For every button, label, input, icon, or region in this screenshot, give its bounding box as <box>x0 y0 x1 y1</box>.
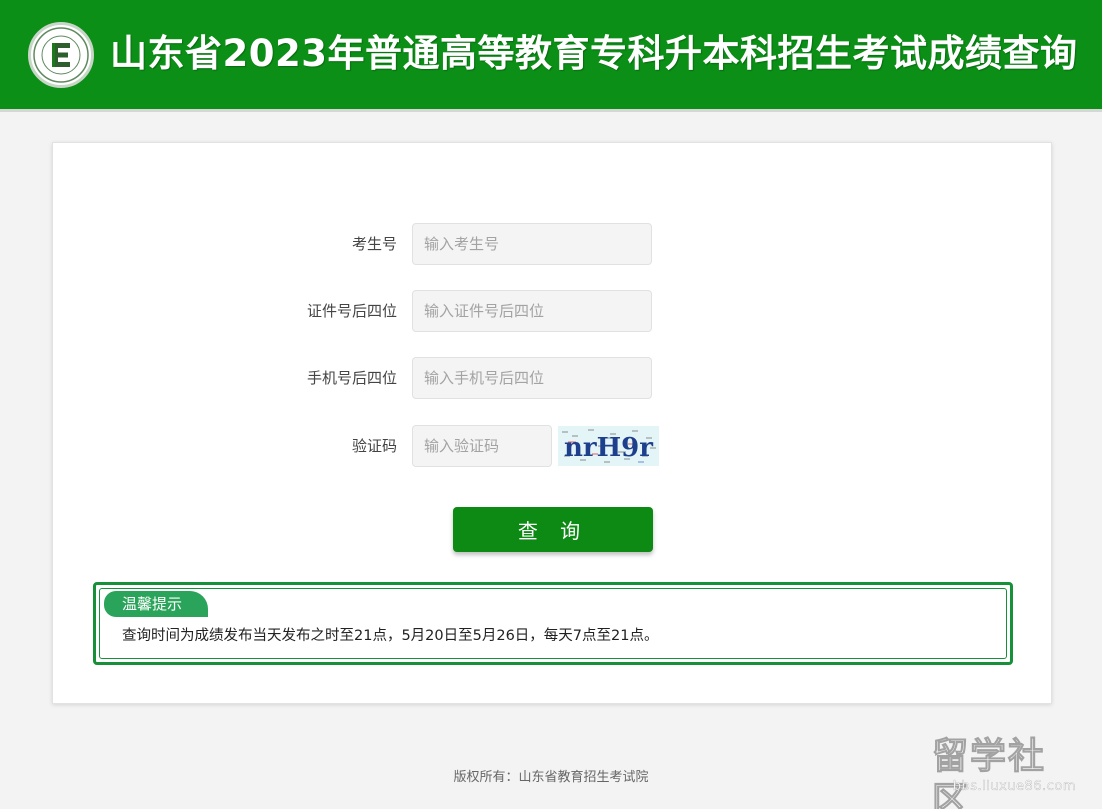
phone-last4-input[interactable] <box>412 357 652 399</box>
exam-number-label: 考生号 <box>351 235 397 253</box>
exam-number-input[interactable] <box>412 223 652 265</box>
query-card: 考生号 证件号后四位 手机号后四位 验证码 <box>52 142 1052 704</box>
notice-tab: 温馨提示 <box>104 591 208 617</box>
watermark-sub: bbs.liuxue86.com <box>952 779 1076 794</box>
page-header: 山东省2023年普通高等教育专科升本科招生考试成绩查询 <box>0 0 1102 112</box>
captcha-row: 验证码 <box>53 425 397 467</box>
id-last4-row: 证件号后四位 <box>53 290 397 332</box>
notice-inner-border: 温馨提示 查询时间为成绩发布当天发布之时至21点，5月20日至5月26日，每天7… <box>99 588 1007 659</box>
captcha-image[interactable]: nrH9r <box>558 426 659 466</box>
notice-text: 查询时间为成绩发布当天发布之时至21点，5月20日至5月26日，每天7点至21点… <box>122 628 659 644</box>
notice-box: 温馨提示 查询时间为成绩发布当天发布之时至21点，5月20日至5月26日，每天7… <box>93 582 1013 665</box>
captcha-input[interactable] <box>412 425 552 467</box>
site-watermark: 留学社区 bbs.liuxue86.com <box>932 735 1092 809</box>
id-last4-input[interactable] <box>412 290 652 332</box>
watermark-main: 留学社区 <box>932 736 1047 809</box>
exam-number-row: 考生号 <box>53 223 397 265</box>
id-last4-label: 证件号后四位 <box>306 302 397 320</box>
exam-institute-seal-icon <box>28 22 94 88</box>
phone-last4-label: 手机号后四位 <box>306 369 397 387</box>
phone-last4-row: 手机号后四位 <box>53 357 397 399</box>
query-button[interactable]: 查 询 <box>453 507 653 552</box>
captcha-label: 验证码 <box>351 437 397 455</box>
captcha-text: nrH9r <box>564 433 653 463</box>
page-title: 山东省2023年普通高等教育专科升本科招生考试成绩查询 <box>110 32 1078 75</box>
